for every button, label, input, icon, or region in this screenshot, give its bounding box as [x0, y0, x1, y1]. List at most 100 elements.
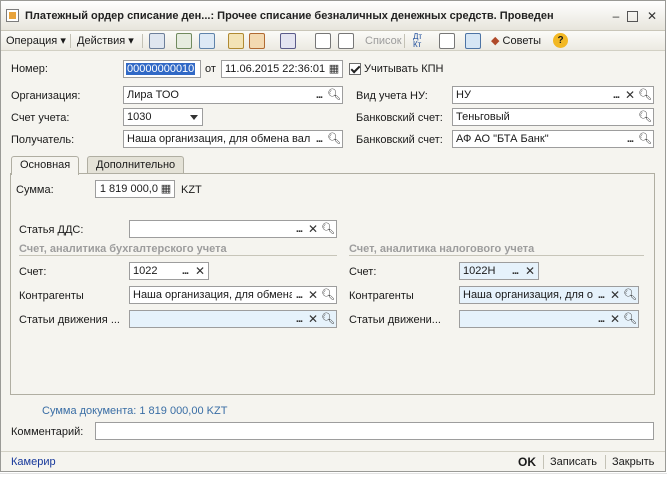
number-field[interactable]: 00000000010 [123, 60, 201, 78]
tax-account-select-button[interactable]: ... [508, 263, 522, 279]
buh-account-field[interactable]: 1022 ... ✕ [129, 262, 209, 280]
kpn-checkbox[interactable] [349, 63, 361, 75]
maximize-icon[interactable] [627, 11, 638, 22]
document-sum: Сумма документа: 1 819 000,00 KZT [42, 405, 228, 417]
actions-menu-label: Действия [77, 35, 126, 47]
open-doc-icon[interactable] [249, 33, 265, 49]
bank-account2-value: АФ АО "БТА Банк" [456, 133, 549, 145]
bank-account-search-icon[interactable]: 🔍︎ [638, 109, 652, 125]
number-value: 00000000010 [126, 63, 196, 75]
tax-movement-search-icon[interactable]: 🔍︎ [623, 311, 637, 327]
tax-contragents-select-button[interactable]: ... [594, 287, 608, 303]
tips-button[interactable]: ◆ Советы [491, 33, 541, 49]
bank-account2-select-button[interactable]: ... [623, 131, 637, 147]
dds-field[interactable]: ... ✕ 🔍︎ [129, 220, 337, 238]
command-bar: Операция ▾ Действия ▾ Список Дт Кт ◆ Сове… [1, 31, 665, 51]
tax-contragents-clear-icon[interactable]: ✕ [608, 287, 622, 303]
tax-type-select-button[interactable]: ... [609, 87, 623, 103]
bank-account2-search-icon[interactable]: 🔍︎ [638, 131, 652, 147]
close-icon[interactable]: ✕ [645, 9, 659, 23]
tax-contragents-field[interactable]: Наша организация, для о ... ✕ 🔍︎ [459, 286, 639, 304]
go-to-icon[interactable] [280, 33, 296, 49]
buh-account-value: 1022 [133, 265, 158, 277]
tax-account-label: Счет: [349, 266, 377, 278]
dds-clear-icon[interactable]: ✕ [306, 221, 320, 237]
tab-main[interactable]: Основная [11, 156, 80, 175]
recipient-search-icon[interactable]: 🔍︎ [327, 131, 341, 147]
tax-type-search-icon[interactable]: 🔍︎ [638, 87, 652, 103]
window-title: Платежный ордер списание ден...: Прочее … [25, 10, 554, 22]
buh-section-divider [19, 255, 337, 256]
buh-movement-search-icon[interactable]: 🔍︎ [321, 311, 335, 327]
buh-contragents-value: Наша организация, для обмена [133, 289, 292, 301]
date-value: 11.06.2015 22:36:01 [225, 63, 326, 75]
buh-movement-field[interactable]: ... ✕ 🔍︎ [129, 310, 337, 328]
org-search-icon[interactable]: 🔍︎ [327, 87, 341, 103]
post-icon[interactable] [149, 33, 165, 49]
account-field[interactable]: 1030 [123, 108, 203, 126]
org-select-button[interactable]: ... [312, 87, 326, 103]
buh-movement-clear-icon[interactable]: ✕ [306, 311, 320, 327]
journal-icon[interactable] [315, 33, 331, 49]
filter-icon[interactable] [465, 33, 481, 49]
tab-additional[interactable]: Дополнительно [87, 156, 185, 174]
buh-movement-select-button[interactable]: ... [292, 311, 306, 327]
buh-account-clear-icon[interactable]: ✕ [193, 263, 207, 279]
form-footer: Камерир OK Записать Закрыть [1, 451, 665, 472]
cashier-link[interactable]: Камерир [11, 456, 56, 468]
footer-divider [605, 455, 606, 469]
buh-contragents-clear-icon[interactable]: ✕ [306, 287, 320, 303]
toolbar-divider [70, 34, 71, 48]
help-icon[interactable]: ? [553, 33, 568, 48]
bank-account2-field[interactable]: АФ АО "БТА Банк" ... 🔍︎ [452, 130, 654, 148]
tax-contragents-value: Наша организация, для о [463, 289, 594, 301]
close-button[interactable]: Закрыть [612, 456, 654, 468]
operation-menu[interactable]: Операция ▾ [6, 33, 66, 49]
title-bar: Платежный ордер списание ден...: Прочее … [1, 1, 665, 31]
tax-type-value: НУ [456, 89, 471, 101]
recipient-field[interactable]: Наша организация, для обмена вал ... 🔍︎ [123, 130, 343, 148]
tax-account-clear-icon[interactable]: ✕ [523, 263, 537, 279]
tax-movement-select-button[interactable]: ... [594, 311, 608, 327]
account-label: Счет учета: [11, 112, 70, 124]
create-based-icon[interactable] [228, 33, 244, 49]
bank-account2-label: Банковский счет: [356, 134, 443, 146]
tax-type-field[interactable]: НУ ... ✕ 🔍︎ [452, 86, 654, 104]
sum-field[interactable]: 1 819 000,0 ▦ [95, 180, 175, 198]
actions-menu[interactable]: Действия ▾ [77, 33, 134, 49]
date-field[interactable]: 11.06.2015 22:36:01 ▦ [221, 60, 343, 78]
tax-movement-clear-icon[interactable]: ✕ [608, 311, 622, 327]
org-field[interactable]: Лира ТОО ... 🔍︎ [123, 86, 343, 104]
tax-account-field[interactable]: 1022Н ... ✕ [459, 262, 539, 280]
refresh-icon[interactable] [176, 33, 192, 49]
save-button[interactable]: Записать [550, 456, 597, 468]
buh-section-title: Счет, аналитика бухгалтерского учета [19, 243, 227, 255]
buh-contragents-search-icon[interactable]: 🔍︎ [321, 287, 335, 303]
list-button[interactable]: Список [365, 33, 402, 49]
bank-account-field[interactable]: Теньговый 🔍︎ [452, 108, 654, 126]
calendar-icon[interactable]: ▦ [327, 61, 341, 77]
tax-section-divider [349, 255, 644, 256]
buh-account-select-button[interactable]: ... [178, 263, 192, 279]
print-icon[interactable] [439, 33, 455, 49]
minimize-icon[interactable]: ‒ [609, 9, 623, 23]
account-dropdown-icon[interactable] [187, 109, 201, 125]
buh-contragents-field[interactable]: Наша организация, для обмена ... ✕ 🔍︎ [129, 286, 337, 304]
structure-icon[interactable] [338, 33, 354, 49]
tax-movement-field[interactable]: ... ✕ 🔍︎ [459, 310, 639, 328]
calculator-icon[interactable]: ▦ [159, 181, 173, 197]
buh-movement-label: Статьи движения ... [19, 314, 120, 326]
dds-select-button[interactable]: ... [292, 221, 306, 237]
tax-type-clear-icon[interactable]: ✕ [623, 87, 637, 103]
recipient-select-button[interactable]: ... [312, 131, 326, 147]
background-list-strip [0, 473, 667, 483]
dt-kt-icon[interactable]: Дт Кт [413, 33, 429, 49]
copy-icon[interactable] [199, 33, 215, 49]
comment-field[interactable] [95, 422, 654, 440]
buh-contragents-select-button[interactable]: ... [292, 287, 306, 303]
tax-contragents-search-icon[interactable]: 🔍︎ [623, 287, 637, 303]
sum-label: Сумма: [16, 184, 54, 196]
ok-button[interactable]: OK [518, 455, 536, 469]
toolbar-divider [404, 34, 405, 48]
dds-search-icon[interactable]: 🔍︎ [321, 221, 335, 237]
